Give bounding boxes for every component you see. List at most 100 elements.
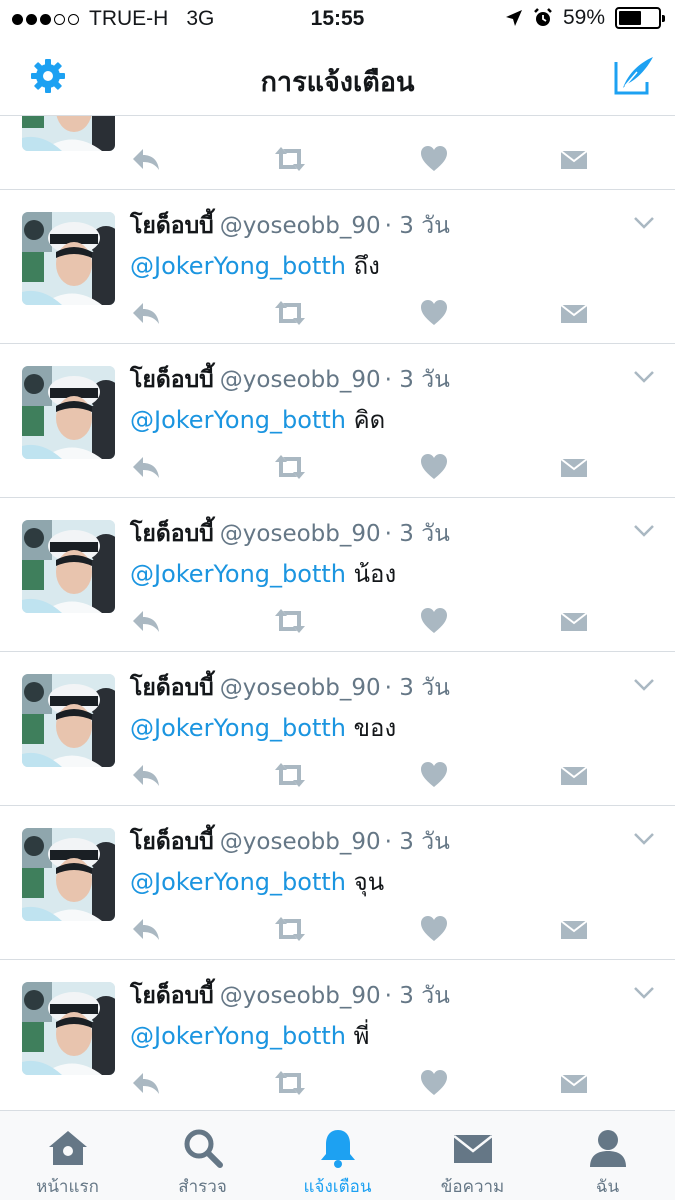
tweet-text: @JokerYong_botth ของ [130,708,396,747]
mention-link[interactable]: @JokerYong_botth [130,714,346,742]
tab-me[interactable]: ฉัน [540,1111,675,1200]
tab-label: ข้อความ [440,1177,505,1197]
heart-icon[interactable] [420,760,448,790]
tweet-actions [130,1068,600,1098]
tweet-item[interactable]: โยด็อบบี้ @yoseobb_90 · 3 วัน @JokerYong_b… [0,652,675,806]
avatar[interactable] [22,982,115,1075]
retweet-icon[interactable] [272,606,308,636]
navigation-bar: การแจ้งเตือน [0,40,675,116]
tweet-actions [130,760,600,790]
battery-percent: 59% [562,6,605,29]
direct-message-icon[interactable] [560,1068,588,1098]
tweet-text: @JokerYong_botth จุน [130,862,384,901]
tweet-body: คิด [346,406,386,434]
tweet-time: · 3 วัน [384,829,450,855]
avatar[interactable] [22,674,115,767]
tweet-author-name[interactable]: โยด็อบบี้ [130,983,214,1009]
tweet-author-name[interactable]: โยด็อบบี้ [130,829,214,855]
avatar[interactable] [22,520,115,613]
tab-label: ฉัน [595,1177,620,1197]
mention-link[interactable]: @JokerYong_botth [130,406,346,434]
reply-icon[interactable] [130,760,162,790]
heart-icon[interactable] [420,298,448,328]
tweet-author-handle[interactable]: @yoseobb_90 [220,829,381,855]
tweet-author-name[interactable]: โยด็อบบี้ [130,675,214,701]
tab-explore[interactable]: สำรวจ [135,1111,270,1200]
compose-tweet-icon[interactable] [613,54,655,96]
tweet-item[interactable]: โยด็อบบี้ @yoseobb_90 · 3 วัน @JokerYong_b… [0,960,675,1110]
tab-home[interactable]: หน้าแรก [0,1111,135,1200]
reply-icon[interactable] [130,144,162,174]
mention-link[interactable]: @JokerYong_botth [130,1022,346,1050]
avatar[interactable] [22,828,115,921]
battery-icon [615,7,665,29]
tweet-item[interactable] [0,116,675,190]
chevron-down-icon[interactable] [633,370,655,384]
reply-icon[interactable] [130,914,162,944]
tweet-body: น้อง [346,560,397,588]
notifications-feed[interactable]: โยด็อบบี้ @yoseobb_90 · 3 วัน @JokerYong_b… [0,116,675,1110]
direct-message-icon[interactable] [560,298,588,328]
tweet-item[interactable]: โยด็อบบี้ @yoseobb_90 · 3 วัน @JokerYong_b… [0,344,675,498]
tweet-author-name[interactable]: โยด็อบบี้ [130,213,214,239]
tweet-author-handle[interactable]: @yoseobb_90 [220,367,381,393]
direct-message-icon[interactable] [560,914,588,944]
tab-messages[interactable]: ข้อความ [405,1111,540,1200]
chevron-down-icon[interactable] [633,832,655,846]
status-right: 59% [505,6,665,30]
mention-link[interactable]: @JokerYong_botth [130,560,346,588]
direct-message-icon[interactable] [560,144,588,174]
tweet-author-handle[interactable]: @yoseobb_90 [220,213,381,239]
avatar[interactable] [22,212,115,305]
retweet-icon[interactable] [272,452,308,482]
tweet-author-handle[interactable]: @yoseobb_90 [220,983,381,1009]
heart-icon[interactable] [420,144,448,174]
tweet-author-handle[interactable]: @yoseobb_90 [220,675,381,701]
chevron-down-icon[interactable] [633,986,655,1000]
search-icon [184,1129,223,1168]
retweet-icon[interactable] [272,1068,308,1098]
heart-icon[interactable] [420,1068,448,1098]
tweet-author-name[interactable]: โยด็อบบี้ [130,367,214,393]
bell-icon [321,1130,355,1168]
tweet-text: @JokerYong_botth ถึง [130,246,380,285]
chevron-down-icon[interactable] [633,678,655,692]
chevron-down-icon[interactable] [633,216,655,230]
direct-message-icon[interactable] [560,760,588,790]
reply-icon[interactable] [130,1068,162,1098]
retweet-icon[interactable] [272,298,308,328]
tweet-time: · 3 วัน [384,213,450,239]
avatar[interactable] [22,116,115,151]
tab-label: แจ้งเตือน [303,1177,372,1197]
profile-icon [590,1130,626,1167]
mention-link[interactable]: @JokerYong_botth [130,868,346,896]
avatar[interactable] [22,366,115,459]
tweet-actions [130,914,600,944]
chevron-down-icon[interactable] [633,524,655,538]
reply-icon[interactable] [130,298,162,328]
tab-notifications[interactable]: แจ้งเตือน [270,1111,405,1200]
heart-icon[interactable] [420,606,448,636]
tweet-item[interactable]: โยด็อบบี้ @yoseobb_90 · 3 วัน @JokerYong_b… [0,498,675,652]
heart-icon[interactable] [420,914,448,944]
tweet-header: โยด็อบบี้ @yoseobb_90 · 3 วัน [130,670,450,706]
retweet-icon[interactable] [272,914,308,944]
tweet-item[interactable]: โยด็อบบี้ @yoseobb_90 · 3 วัน @JokerYong_b… [0,190,675,344]
heart-icon[interactable] [420,452,448,482]
tweet-time: · 3 วัน [384,983,450,1009]
tweet-header: โยด็อบบี้ @yoseobb_90 · 3 วัน [130,516,450,552]
retweet-icon[interactable] [272,144,308,174]
reply-icon[interactable] [130,606,162,636]
tweet-text: @JokerYong_botth น้อง [130,554,396,593]
reply-icon[interactable] [130,452,162,482]
mention-link[interactable]: @JokerYong_botth [130,252,346,280]
tweet-item[interactable]: โยด็อบบี้ @yoseobb_90 · 3 วัน @JokerYong_b… [0,806,675,960]
tweet-author-name[interactable]: โยด็อบบี้ [130,521,214,547]
tweet-author-handle[interactable]: @yoseobb_90 [220,521,381,547]
direct-message-icon[interactable] [560,606,588,636]
page-title: การแจ้งเตือน [260,67,415,98]
retweet-icon[interactable] [272,760,308,790]
direct-message-icon[interactable] [560,452,588,482]
home-icon [49,1131,87,1165]
tweet-actions [130,298,600,328]
